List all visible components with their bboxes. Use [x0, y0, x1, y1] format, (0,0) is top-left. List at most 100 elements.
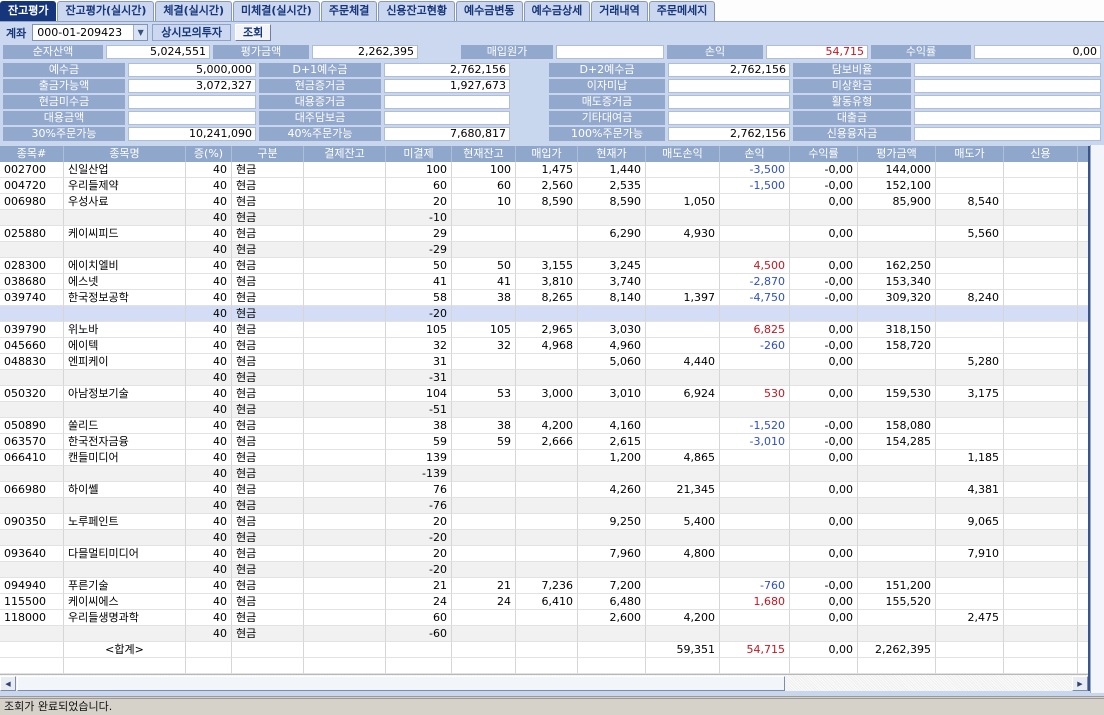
- column-header-5[interactable]: 미결제: [386, 146, 452, 162]
- column-header-14[interactable]: 신용: [1004, 146, 1078, 162]
- scroll-left-icon[interactable]: ◀: [0, 676, 16, 691]
- table-cell: 104: [386, 386, 452, 402]
- vertical-scrollbar[interactable]: [1090, 145, 1104, 693]
- table-row[interactable]: 028300에이치엘비40현금50503,1553,2454,5000,0016…: [0, 258, 1088, 274]
- table-cell: [720, 482, 790, 498]
- column-header-2[interactable]: 증(%): [186, 146, 232, 162]
- column-header-3[interactable]: 구분: [232, 146, 304, 162]
- scroll-right-icon[interactable]: ▶: [1072, 676, 1088, 691]
- column-header-13[interactable]: 매도가: [936, 146, 1004, 162]
- field-label: 30%주문가능: [3, 127, 125, 141]
- table-cell: [304, 354, 386, 370]
- tab-0[interactable]: 잔고평가: [0, 1, 56, 21]
- table-cell: [1078, 546, 1090, 562]
- column-header-7[interactable]: 매입가: [516, 146, 578, 162]
- table-row[interactable]: 40현금-76: [0, 498, 1088, 514]
- column-header-6[interactable]: 현재잔고: [452, 146, 516, 162]
- column-header-11[interactable]: 수익률: [790, 146, 858, 162]
- table-row[interactable]: 40현금-60: [0, 626, 1088, 642]
- table-cell: [304, 162, 386, 178]
- tab-5[interactable]: 신용잔고현황: [378, 1, 455, 21]
- column-header-15[interactable]: 대출: [1078, 146, 1090, 162]
- column-header-4[interactable]: 결제잔고: [304, 146, 386, 162]
- table-row[interactable]: 050320아남정보기술40현금104533,0003,0106,9245300…: [0, 386, 1088, 402]
- tab-2[interactable]: 체결(실시간): [155, 1, 232, 21]
- table-cell: [578, 466, 646, 482]
- table-cell: 0,00: [790, 322, 858, 338]
- column-header-0[interactable]: 종목#: [0, 146, 64, 162]
- table-cell: 현금: [232, 610, 304, 626]
- table-row[interactable]: 40현금-20: [0, 562, 1088, 578]
- toolbar: 계좌 000-01-209423 ▼ 상시모의투자 조회: [0, 22, 1104, 43]
- field-label: 현금증거금: [259, 79, 381, 93]
- table-row[interactable]: 40현금-51: [0, 402, 1088, 418]
- column-header-1[interactable]: 종목명: [64, 146, 186, 162]
- table-row[interactable]: 115500케이씨에스40현금24246,4106,4801,6800,0015…: [0, 594, 1088, 610]
- account-label: 계좌: [4, 25, 28, 41]
- table-row[interactable]: [0, 658, 1088, 674]
- table-row[interactable]: 039740한국정보공학40현금58388,2658,1401,397-4,75…: [0, 290, 1088, 306]
- table-row[interactable]: 048830엔피케이40현금315,0604,4400,005,280: [0, 354, 1088, 370]
- tab-1[interactable]: 잔고평가(실시간): [57, 1, 154, 21]
- table-cell: [516, 498, 578, 514]
- column-header-10[interactable]: 손익: [720, 146, 790, 162]
- table-cell: 3,175: [936, 386, 1004, 402]
- table-row[interactable]: 025880케이씨피드40현금296,2904,9300,005,560: [0, 226, 1088, 242]
- table-row[interactable]: 40현금-20: [0, 306, 1088, 322]
- table-cell: [304, 370, 386, 386]
- table-row[interactable]: 090350노루페인트40현금209,2505,4000,009,065: [0, 514, 1088, 530]
- table-cell: 현금: [232, 242, 304, 258]
- tab-8[interactable]: 거래내역: [591, 1, 647, 21]
- table-total-row[interactable]: <합계>59,35154,7150,002,262,395: [0, 642, 1088, 658]
- table-cell: [936, 658, 1004, 674]
- table-cell: [646, 274, 720, 290]
- table-row[interactable]: 039790위노바40현금1051052,9653,0306,8250,0031…: [0, 322, 1088, 338]
- table-cell: 038680: [0, 274, 64, 290]
- table-cell: 우리들생명과학: [64, 610, 186, 626]
- tab-9[interactable]: 주문메세지: [649, 1, 716, 21]
- kpi-row: 순자산액5,024,551평가금액2,262,395매입원가손익54,715수익…: [0, 43, 1104, 61]
- table-cell: 8,265: [516, 290, 578, 306]
- table-cell: 153,340: [858, 274, 936, 290]
- table-row[interactable]: 118000우리들생명과학40현금602,6004,2000,002,475: [0, 610, 1088, 626]
- tab-4[interactable]: 주문체결: [321, 1, 377, 21]
- query-button[interactable]: 조회: [235, 24, 271, 41]
- table-row[interactable]: 094940푸른기술40현금21217,2367,200-760-0,00151…: [0, 578, 1088, 594]
- tab-3[interactable]: 미체결(실시간): [233, 1, 320, 21]
- column-header-8[interactable]: 현재가: [578, 146, 646, 162]
- table-row[interactable]: 40현금-10: [0, 210, 1088, 226]
- column-header-12[interactable]: 평가금액: [858, 146, 936, 162]
- table-cell: [858, 210, 936, 226]
- tab-7[interactable]: 예수금상세: [524, 1, 591, 21]
- table-row[interactable]: 40현금-20: [0, 530, 1088, 546]
- chevron-down-icon[interactable]: ▼: [133, 25, 147, 40]
- table-cell: 현금: [232, 402, 304, 418]
- tab-6[interactable]: 예수금변동: [456, 1, 523, 21]
- table-row[interactable]: 093640다믈멀티미디어40현금207,9604,8000,007,910: [0, 546, 1088, 562]
- table-cell: 60: [386, 610, 452, 626]
- table-row[interactable]: 004720우리들제약40현금60602,5602,535-1,500-0,00…: [0, 178, 1088, 194]
- table-row[interactable]: 050890쏠리드40현금38384,2004,160-1,520-0,0015…: [0, 418, 1088, 434]
- table-row[interactable]: 066980하이쎌40현금764,26021,3450,004,381: [0, 482, 1088, 498]
- table-cell: 신일산업: [64, 162, 186, 178]
- table-row[interactable]: 006980우성사료40현금20108,5908,5901,0500,0085,…: [0, 194, 1088, 210]
- table-row[interactable]: 045660에이텍40현금32324,9684,960-260-0,00158,…: [0, 338, 1088, 354]
- table-cell: [1004, 306, 1078, 322]
- field-label: 매도증거금: [549, 95, 665, 109]
- table-row[interactable]: 002700신일산업40현금1001001,4751,440-3,500-0,0…: [0, 162, 1088, 178]
- account-select[interactable]: 000-01-209423 ▼: [32, 24, 148, 41]
- table-cell: 3,010: [578, 386, 646, 402]
- column-header-9[interactable]: 매도손익: [646, 146, 720, 162]
- table-row[interactable]: 038680에스넷40현금41413,8103,740-2,870-0,0015…: [0, 274, 1088, 290]
- table-row[interactable]: 066410캔들미디어40현금1391,2004,8650,001,185: [0, 450, 1088, 466]
- table-cell: [452, 482, 516, 498]
- field-label: 매입원가: [461, 45, 553, 59]
- table-cell: 50: [452, 258, 516, 274]
- table-row[interactable]: 40현금-31: [0, 370, 1088, 386]
- table-row[interactable]: 40현금-29: [0, 242, 1088, 258]
- horizontal-scrollbar-thumb[interactable]: [17, 676, 785, 691]
- table-row[interactable]: 40현금-139: [0, 466, 1088, 482]
- table-row[interactable]: 063570한국전자금융40현금59592,6662,615-3,010-0,0…: [0, 434, 1088, 450]
- horizontal-scrollbar[interactable]: ◀ ▶: [0, 674, 1088, 691]
- table-cell: [1078, 162, 1090, 178]
